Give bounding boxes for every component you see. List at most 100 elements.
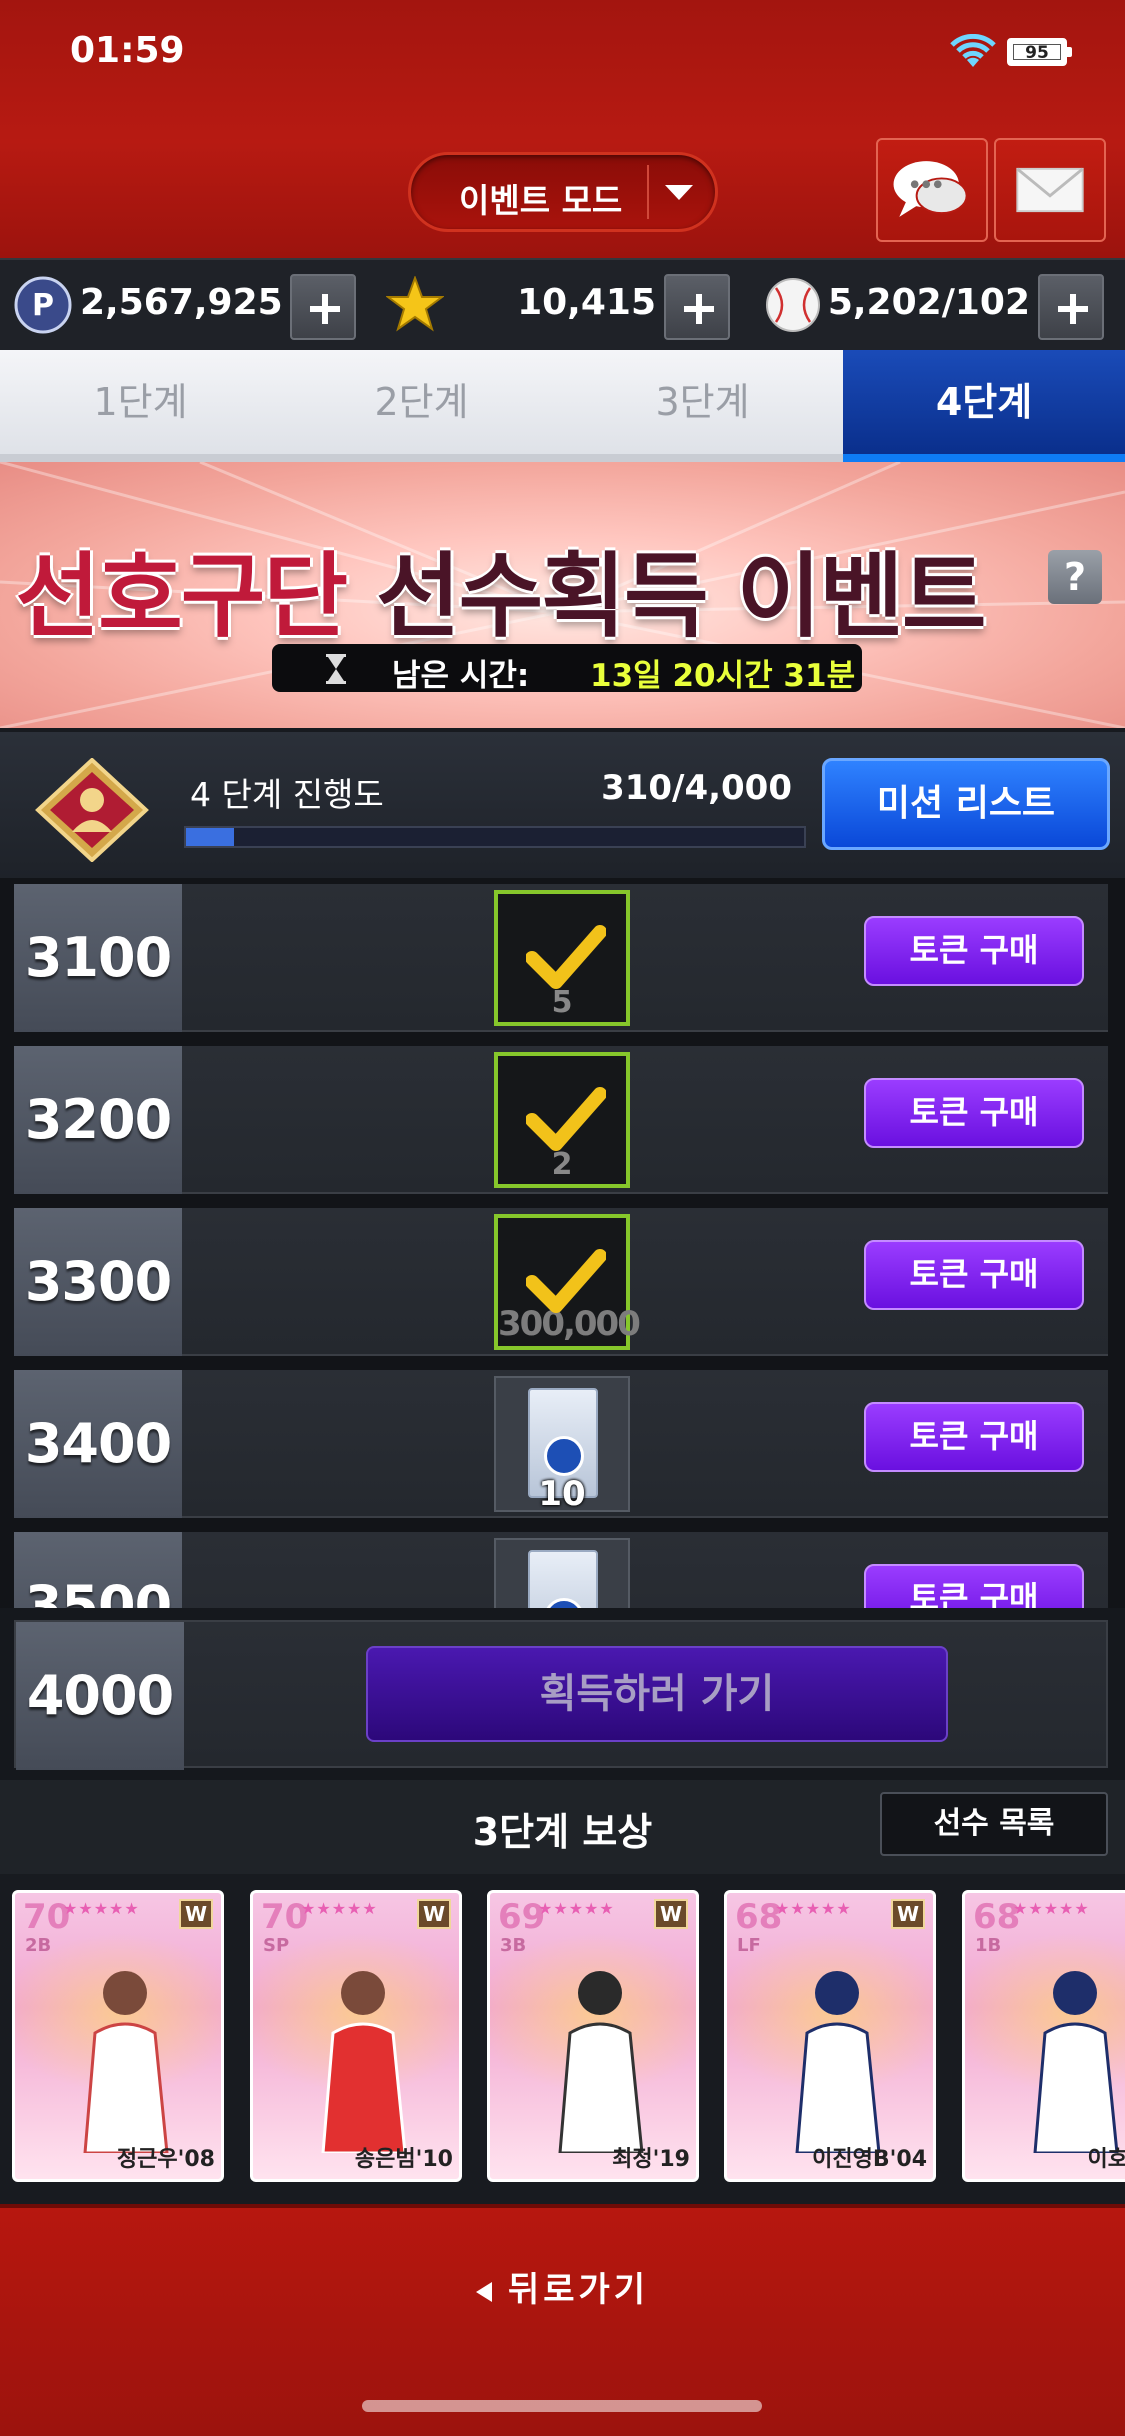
home-indicator[interactable] [362,2400,762,2412]
mail-icon [1016,167,1084,213]
p-coin-icon: P [14,276,72,334]
tab-stage-4[interactable]: 4단계 [843,350,1125,462]
mission-list-button[interactable]: 미션 리스트 [822,758,1110,850]
player-card[interactable]: 70 2B ★★★★★ W 정근우'08 [12,1890,224,2182]
reward-item[interactable]: 300,000 [494,1214,641,1350]
mode-dropdown[interactable]: 이벤트 모드 [408,152,718,232]
banner-title-team: 선호구단 [15,543,348,650]
player-list-button[interactable]: 선수 목록 [880,1792,1108,1856]
back-arrow-icon [475,2281,492,2302]
help-button[interactable]: ? [1048,550,1102,604]
buy-token-button[interactable]: 토큰 구매 [864,1402,1084,1472]
reward-row: 3300 300,000 토큰 구매 [14,1208,1108,1356]
card-stars: ★★★★★ [775,1899,852,1918]
ticket-icon [528,1550,598,1608]
balls-value: 5,202/102 [827,282,1030,323]
card-player-name: 이진영B'04 [812,2147,927,2172]
points-value: 2,567,925 [80,282,283,323]
banner-title-event: 선수획득 이벤트 [376,543,987,650]
tab-stage-3[interactable]: 3단계 [562,350,843,454]
reward-row: 3100 5 토큰 구매 [14,884,1108,1032]
add-balls-button[interactable] [1038,274,1104,340]
buy-token-button[interactable]: 토큰 구매 [864,916,1084,986]
reward-level: 3100 [14,884,182,1032]
chat-icon [893,161,968,217]
card-position: 2B [25,1935,52,1956]
reward-item[interactable]: 10 [494,1376,630,1514]
buy-token-button[interactable]: 토큰 구매 [864,1564,1084,1608]
card-stars: ★★★★★ [1013,1899,1090,1918]
reward-item[interactable]: 5 [494,890,630,1026]
checkmark-icon [526,1249,606,1313]
battery-icon: 95 [1007,38,1072,66]
checkmark-icon [526,925,606,989]
reward-item[interactable]: 2 [494,1052,630,1188]
go-acquire-button[interactable]: 획득하러 가기 [366,1646,948,1742]
baseball-icon [766,278,820,332]
team-badge-icon: W [891,1899,925,1929]
currency-bar: P 2,567,925 10,415 5,202/102 [0,258,1125,350]
progress-bar [184,826,806,848]
player-figure [558,1971,644,2153]
stage-medal-icon [35,758,149,862]
card-position: SP [263,1935,290,1956]
card-position: LF [737,1935,761,1956]
buy-token-button[interactable]: 토큰 구매 [864,1240,1084,1310]
player-card[interactable]: 68 LF ★★★★★ W 이진영B'04 [724,1890,936,2182]
reward-row: 3200 2 토큰 구매 [14,1046,1108,1194]
add-points-button[interactable] [290,274,356,340]
mail-button[interactable] [994,138,1106,242]
card-stars: ★★★★★ [538,1899,615,1918]
chevron-down-icon [665,185,693,200]
team-badge-icon: W [654,1899,688,1929]
card-stars: ★★★★★ [63,1899,140,1918]
stage-tabs: 1단계 2단계 3단계 4단계 [0,350,1125,462]
player-figure [795,1971,881,2153]
reward-list[interactable]: 3100 5 토큰 구매 3200 2 토큰 구매 3300 300,000 토… [0,878,1125,1608]
status-time: 01:59 [70,30,185,71]
stars-value: 10,415 [517,282,656,323]
player-card[interactable]: 69 3B ★★★★★ W 최정'19 [487,1890,699,2182]
player-figure [1033,1971,1119,2153]
reward-item[interactable] [494,1538,630,1608]
player-figure [83,1971,169,2153]
reward-row: 3400 10 토큰 구매 [14,1370,1108,1518]
reward-level: 3400 [14,1370,182,1518]
chat-button[interactable] [876,138,988,242]
team-badge-icon: W [417,1899,451,1929]
reward-quantity: 10 [538,1474,586,1514]
card-position: 1B [975,1935,1002,1956]
hourglass-icon [326,654,346,684]
final-reward-row: 4000 획득하러 가기 [14,1620,1108,1770]
player-card-carousel[interactable]: 70 2B ★★★★★ W 정근우'08 70 SP ★★★★★ W 송은범'1… [0,1874,1125,2204]
wifi-icon [950,34,996,67]
card-position: 3B [500,1935,527,1956]
battery-level: 95 [1013,44,1061,62]
card-player-name: 최정'19 [612,2147,690,2172]
checkmark-icon [526,1087,606,1151]
final-reward-level: 4000 [16,1622,184,1770]
player-card[interactable]: 68 1B ★★★★★ W 이호준B [962,1890,1125,2182]
card-player-name: 송은범'10 [354,2147,453,2172]
reward-level: 3300 [14,1208,182,1356]
timer-value: 13일 20시간 31분 [590,658,856,694]
card-player-name: 이호준B [1087,2147,1125,2172]
card-stars: ★★★★★ [301,1899,378,1918]
reward-level: 3500 [14,1532,182,1608]
back-button[interactable]: 뒤로가기 [0,2262,1125,2311]
banner-title: 선호구단 선수획득 이벤트 [0,522,1000,655]
progress-fill [186,828,234,846]
buy-token-button[interactable]: 토큰 구매 [864,1078,1084,1148]
back-label: 뒤로가기 [507,2270,650,2310]
add-stars-button[interactable] [664,274,730,340]
reward-level: 3200 [14,1046,182,1194]
team-badge-icon: W [179,1899,213,1929]
card-player-name: 정근우'08 [116,2147,215,2172]
tab-stage-1[interactable]: 1단계 [0,350,281,454]
timer-label: 남은 시간: [392,658,530,694]
tab-stage-2[interactable]: 2단계 [281,350,562,454]
player-figure [321,1971,407,2153]
star-icon [386,276,444,332]
player-card[interactable]: 70 SP ★★★★★ W 송은범'10 [250,1890,462,2182]
svg-text:P: P [32,288,54,323]
